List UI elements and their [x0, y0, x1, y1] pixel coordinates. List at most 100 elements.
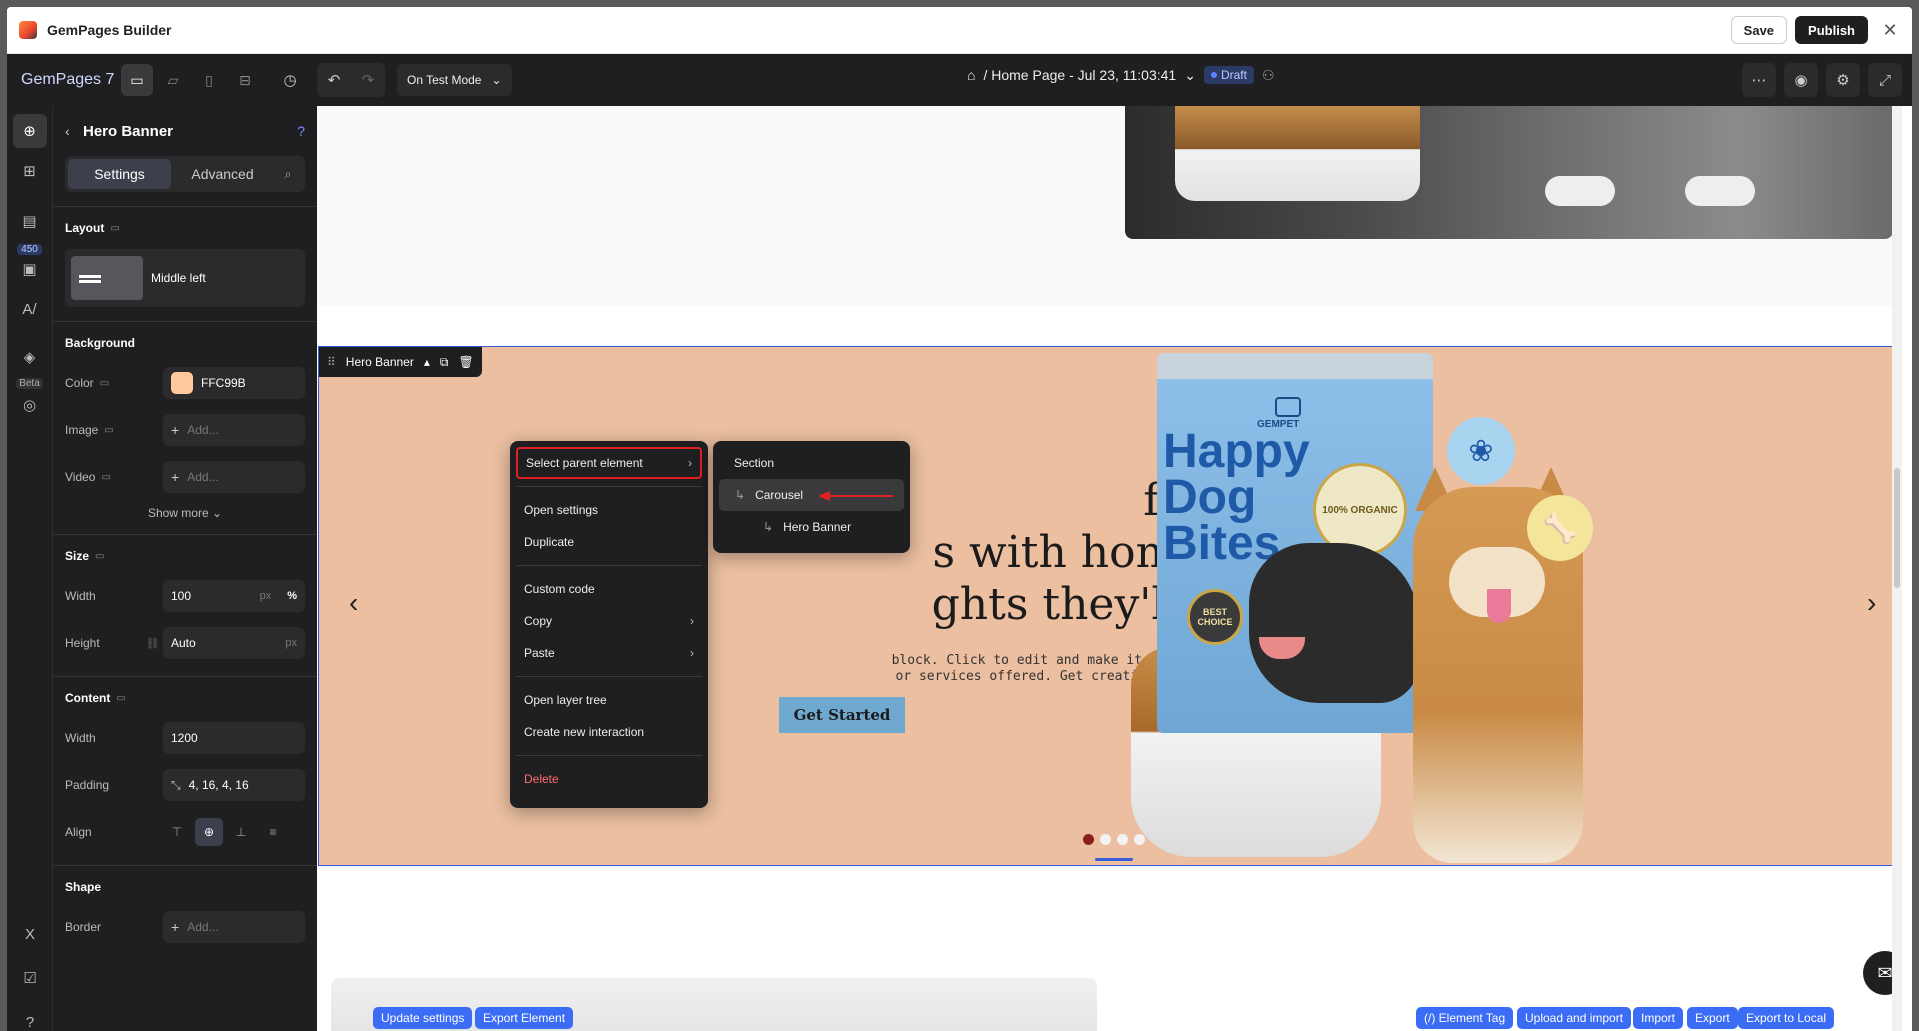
delete-item[interactable]: Delete — [516, 763, 702, 795]
width-label: Width — [65, 589, 96, 603]
tablet-device-icon[interactable]: ▱ — [157, 64, 189, 96]
mobile-device-icon[interactable]: ▯ — [193, 64, 225, 96]
padding-input[interactable]: ⤡ 4, 16, 4, 16 — [163, 769, 305, 801]
content-width-input[interactable]: 1200 — [163, 722, 305, 754]
get-started-button[interactable]: Get Started — [779, 697, 905, 733]
export-button[interactable]: Export — [1687, 1007, 1738, 1029]
caret-up-icon[interactable]: ▴ — [424, 355, 430, 369]
border-value: Add... — [187, 920, 219, 934]
video-field[interactable]: + Add... — [163, 461, 305, 493]
submenu-hero-banner-item[interactable]: ↳ Hero Banner — [719, 511, 904, 543]
export-element-button[interactable]: Export Element — [475, 1007, 574, 1029]
ai-icon[interactable]: A/ — [13, 292, 47, 326]
elements-grid-icon[interactable]: ⊞ — [13, 154, 47, 188]
align-bottom-icon[interactable]: ⊥ — [227, 818, 255, 846]
desktop-device-icon[interactable]: ▭ — [121, 64, 153, 96]
show-more-button[interactable]: Show more ⌄ — [65, 506, 305, 520]
child-arrow-icon: ↳ — [763, 520, 774, 534]
layers-icon[interactable]: ◈ — [13, 340, 47, 374]
add-element-icon[interactable]: ⊕ — [12, 114, 47, 148]
trash-icon[interactable]: 🗑 — [458, 355, 473, 369]
paste-item[interactable]: Paste › — [516, 637, 702, 669]
import-button[interactable]: Import — [1633, 1007, 1684, 1029]
carousel-dot[interactable] — [1100, 834, 1111, 845]
submenu-section-item[interactable]: Section — [719, 447, 904, 479]
preview-eye-icon[interactable]: ◉ — [1784, 63, 1818, 97]
unit-px[interactable]: px — [285, 637, 297, 649]
history-icon[interactable]: ◷ — [273, 63, 307, 97]
border-field[interactable]: + Add... — [163, 911, 305, 943]
open-settings-item[interactable]: Open settings — [516, 494, 702, 526]
templates-icon[interactable]: 450 ▣ — [13, 244, 47, 286]
scrollbar-thumb[interactable] — [1894, 468, 1900, 588]
custom-code-item[interactable]: Custom code — [516, 573, 702, 605]
menu-divider — [516, 755, 702, 756]
prev-arrow-icon[interactable]: ‹ — [349, 587, 358, 619]
align-top-icon[interactable]: ⊤ — [163, 818, 191, 846]
drag-handle-icon[interactable]: ⠿ — [327, 355, 336, 369]
top-image[interactable] — [1125, 106, 1893, 239]
carousel-dot[interactable] — [1083, 834, 1094, 845]
color-field[interactable]: FFC99B — [163, 367, 305, 399]
fullscreen-icon[interactable]: ⤢ — [1868, 63, 1902, 97]
editor-toolbar: GemPages 7 ▭ ▱ ▯ ⊟ ◷ ↶ ↷ On Test Mode ⌄ … — [7, 54, 1912, 106]
align-stretch-icon[interactable]: ≡ — [259, 818, 287, 846]
link-icon[interactable]: ⛓ — [146, 637, 160, 650]
layout-section: Layout ▭ Middle left — [53, 206, 317, 307]
height-input[interactable]: Auto px — [163, 627, 305, 659]
save-button[interactable]: Save — [1730, 16, 1788, 44]
open-layer-tree-item[interactable]: Open layer tree — [516, 684, 702, 716]
unit-px[interactable]: px — [260, 590, 272, 602]
padding-label: Padding — [65, 778, 110, 792]
help-circle-icon[interactable]: ? — [297, 123, 305, 139]
pages-icon[interactable]: ▤ — [13, 204, 47, 238]
page-select[interactable]: ⌂ / Home Page - Jul 23, 11:03:41 ⌄ Draft… — [967, 66, 1275, 84]
best-choice-medal: BEST CHOICE — [1187, 589, 1243, 645]
element-tag-button[interactable]: (/) Element Tag — [1416, 1007, 1514, 1029]
image-field[interactable]: + Add... — [163, 414, 305, 446]
monitor-icon: ▭ — [101, 471, 111, 483]
padding-link-icon[interactable]: ⤡ — [171, 778, 181, 793]
responsive-device-icon[interactable]: ⊟ — [229, 64, 261, 96]
upload-import-button[interactable]: Upload and import — [1517, 1007, 1632, 1029]
duplicate-icon[interactable]: ⧉ — [440, 355, 449, 370]
color-swatch[interactable] — [171, 372, 193, 394]
back-chevron-icon[interactable]: ‹ — [65, 123, 83, 139]
chevron-right-icon: › — [690, 646, 694, 660]
duplicate-item[interactable]: Duplicate — [516, 526, 702, 558]
close-icon[interactable]: ✕ — [1876, 16, 1904, 44]
x-app-icon[interactable]: X — [13, 917, 47, 951]
more-icon[interactable]: ⋯ — [1742, 63, 1776, 97]
layout-picker[interactable]: Middle left — [65, 249, 305, 307]
carousel-dot[interactable] — [1134, 834, 1145, 845]
help-icon[interactable]: ? — [13, 1005, 47, 1031]
export-local-button[interactable]: Export to Local — [1738, 1007, 1835, 1029]
canvas-scrollbar[interactable] — [1892, 106, 1902, 1031]
search-icon[interactable]: ⌕ — [274, 167, 302, 182]
mode-select[interactable]: On Test Mode ⌄ — [397, 64, 512, 96]
select-parent-element-item[interactable]: Select parent element › — [516, 447, 702, 479]
annotation-arrow-icon — [818, 491, 893, 501]
height-row: Height ⛓ Auto px — [65, 624, 305, 662]
redo-icon[interactable]: ↷ — [351, 63, 385, 97]
dog-paw-image — [1685, 176, 1755, 206]
carousel-dot[interactable] — [1117, 834, 1128, 845]
next-arrow-icon[interactable]: › — [1867, 587, 1876, 619]
copy-item[interactable]: Copy › — [516, 605, 702, 637]
top-section[interactable] — [317, 106, 1893, 306]
checklist-icon[interactable]: ☑ — [13, 961, 47, 995]
hero-banner-tag[interactable]: ⠿ Hero Banner ▴ ⧉ 🗑 — [319, 347, 482, 377]
tab-advanced[interactable]: Advanced — [171, 159, 274, 189]
update-settings-button[interactable]: Update settings — [373, 1007, 473, 1029]
gear-icon[interactable]: ⚙ — [1826, 63, 1860, 97]
tab-settings[interactable]: Settings — [68, 159, 171, 189]
publish-button[interactable]: Publish — [1795, 16, 1868, 44]
undo-icon[interactable]: ↶ — [317, 63, 351, 97]
ai-helper-icon[interactable]: ⚇ — [1262, 67, 1275, 84]
color-label: Color — [65, 376, 94, 390]
unit-percent[interactable]: % — [287, 590, 297, 602]
width-input[interactable]: 100 px % — [163, 580, 305, 612]
create-interaction-item[interactable]: Create new interaction — [516, 716, 702, 748]
align-middle-icon[interactable]: ⊕ — [195, 818, 223, 846]
beta-feature-icon[interactable]: Beta ◎ — [13, 378, 47, 422]
